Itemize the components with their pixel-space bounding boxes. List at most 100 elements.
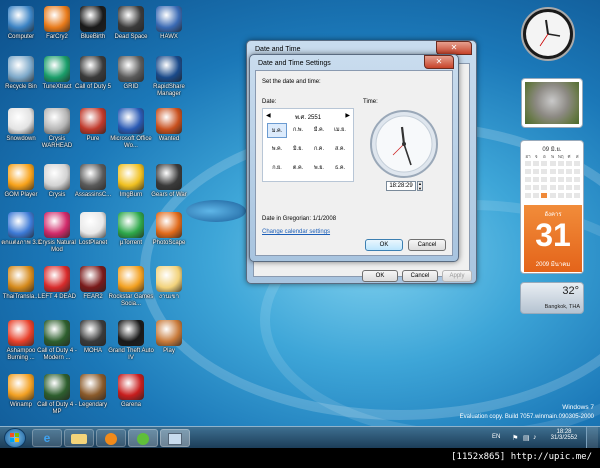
taskbar-ie-button[interactable]: e	[32, 429, 62, 447]
dialog-client-area: Set the date and time: Date: Time: ◀ พ.ศ…	[255, 70, 453, 256]
calendar-day-cell	[549, 161, 556, 166]
cod4-icon	[44, 374, 70, 400]
calendar-gadget-day-panel: อังคาร 31 2009 มีนาคม	[524, 205, 582, 272]
os-watermark: Windows 7	[562, 404, 594, 411]
folder-icon	[71, 434, 87, 444]
desktop-icon[interactable]: Garena	[108, 374, 154, 409]
taskbar-messenger-button[interactable]	[128, 429, 158, 447]
next-year-button[interactable]: ▶	[345, 112, 350, 119]
tray-volume-icon[interactable]: ♪	[533, 434, 537, 441]
change-calendar-link[interactable]: Change calendar settings	[262, 229, 330, 235]
cancel-button[interactable]: Cancel	[408, 239, 446, 251]
weather-gadget[interactable]: 32° Bangkok, THA	[520, 282, 584, 314]
clock-gadget[interactable]	[520, 6, 576, 62]
desktop-icon[interactable]: Gears of War	[146, 164, 192, 199]
calendar-day-cell	[557, 185, 564, 190]
tray-flag-icon[interactable]: ⚑	[512, 434, 518, 442]
taskbar-media-button[interactable]	[96, 429, 126, 447]
month-cell[interactable]: ส.ค.	[330, 142, 350, 157]
instruction-text: Set the date and time:	[262, 79, 321, 85]
disc-icon	[8, 320, 34, 346]
time-spin-button[interactable]: ▲ ▼	[417, 181, 423, 191]
month-cell[interactable]: เม.ย.	[330, 123, 350, 138]
tray-network-icon[interactable]: ▤	[523, 434, 530, 442]
tune-icon	[44, 56, 70, 82]
start-button[interactable]	[4, 428, 26, 448]
calendar-day-cell	[533, 193, 540, 198]
crysis-icon	[44, 108, 70, 134]
show-desktop-button[interactable]	[586, 427, 598, 448]
game-icon	[80, 374, 106, 400]
month-cell[interactable]: มิ.ย.	[288, 142, 308, 157]
month-calendar[interactable]: ◀ พ.ศ. 2551 ▶ ม.ค. ก.พ. มี.ค. เม.ย. พ.ค. มิ.ย…	[262, 108, 354, 182]
word-icon	[118, 108, 144, 134]
play-icon	[156, 320, 182, 346]
desktop-icon-label: Garena	[120, 402, 141, 408]
desktop-icon[interactable]: Wanted	[146, 108, 192, 143]
month-cell[interactable]: มี.ค.	[309, 123, 329, 138]
month-cell[interactable]: ก.ย.	[267, 161, 287, 176]
calendar-day-cell	[574, 169, 581, 174]
game-icon	[80, 212, 106, 238]
month-cell[interactable]: ธ.ค.	[330, 161, 350, 176]
winamp-icon	[8, 374, 34, 400]
desktop-icon-label: งานเขา	[159, 294, 179, 300]
month-cell[interactable]: พ.ค.	[267, 142, 287, 157]
game-icon	[80, 266, 106, 292]
game-icon	[118, 6, 144, 32]
month-cell[interactable]: ม.ค.	[267, 123, 287, 138]
month-cell[interactable]: พ.ย.	[309, 161, 329, 176]
calendar-day-cell	[525, 185, 531, 190]
wallpaper-fish	[186, 200, 246, 222]
computer-icon	[8, 6, 34, 32]
dialog-title: Date and Time Settings	[258, 60, 331, 67]
apply-button[interactable]: Apply	[442, 270, 472, 282]
date-time-settings-dialog[interactable]: Date and Time Settings Set the date and …	[249, 54, 459, 262]
calendar-day-cell	[557, 161, 564, 166]
calendar-day-cell	[525, 169, 531, 174]
calendar-day-cell	[541, 169, 548, 174]
rockstar-icon	[118, 266, 144, 292]
desktop-icon[interactable]: Play	[146, 320, 192, 355]
calendar-day-cell	[549, 193, 556, 198]
calendar-day-cell	[557, 169, 564, 174]
calendar-gadget[interactable]: 09 มิ.ย. อาจอพพฤศส อังคาร 31 2009 มีนาคม	[520, 140, 584, 274]
close-button[interactable]	[436, 41, 472, 55]
close-button[interactable]	[424, 55, 454, 69]
calendar-day-name: ศ	[567, 154, 571, 159]
language-indicator[interactable]: EN	[492, 434, 500, 440]
big-month-year: 2009 มีนาคม	[535, 262, 571, 268]
cancel-button[interactable]: Cancel	[402, 270, 438, 282]
calendar-day-cell	[574, 185, 581, 190]
taskbar-datetime-button[interactable]	[160, 429, 190, 447]
disc-icon	[118, 164, 144, 190]
calendar-day-cell	[533, 185, 540, 190]
month-cell[interactable]: ต.ค.	[288, 161, 308, 176]
month-cell[interactable]: ก.พ.	[288, 123, 308, 138]
desktop-icon[interactable]: งานเขา	[146, 266, 192, 301]
build-watermark: Evaluation copy. Build 7057.winmain.0903…	[459, 414, 594, 420]
tray-clock[interactable]: 18:28 31/3/2552	[548, 429, 580, 441]
desktop-icon[interactable]: RapidShare Manager	[146, 56, 192, 98]
time-input[interactable]: 18:28:29	[386, 181, 416, 191]
month-cell[interactable]: ก.ค.	[309, 142, 329, 157]
desktop-icon-label: Play	[163, 348, 175, 354]
crysis-icon	[44, 212, 70, 238]
messenger-icon	[137, 433, 149, 445]
desktop-icon[interactable]: HAWX	[146, 6, 192, 41]
slideshow-gadget[interactable]	[521, 78, 583, 128]
calendar-day-cell	[566, 161, 572, 166]
taskbar-explorer-button[interactable]	[64, 429, 94, 447]
game-icon	[156, 6, 182, 32]
clock-face-icon	[521, 7, 575, 61]
desktop-icon[interactable]: PhotoScape	[146, 212, 192, 247]
calendar-day-name: อ	[543, 154, 546, 159]
calendar-year-header[interactable]: พ.ศ. 2551	[263, 112, 353, 122]
calendar-day-name: พ	[551, 154, 555, 159]
ok-button[interactable]: OK	[362, 270, 398, 282]
calendar-day-cell	[549, 169, 556, 174]
cod4-icon	[44, 320, 70, 346]
farcry-icon	[44, 6, 70, 32]
ok-button[interactable]: OK	[365, 239, 403, 251]
analog-clock-icon	[370, 110, 438, 178]
